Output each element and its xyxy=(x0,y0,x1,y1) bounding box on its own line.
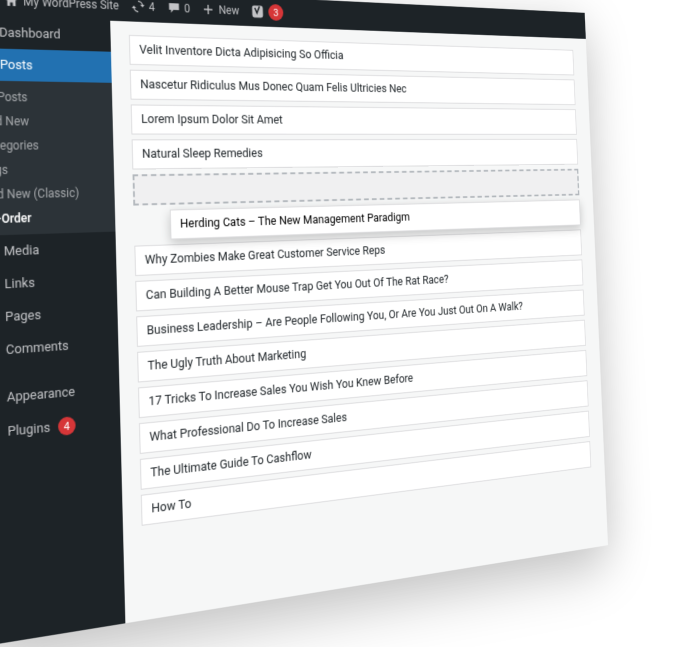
reorder-content: Velit Inventore Dicta Adipisicing So Off… xyxy=(110,21,608,624)
drop-placeholder xyxy=(133,169,580,206)
sidebar-label: Plugins xyxy=(7,420,50,439)
yoast-icon xyxy=(251,4,265,19)
post-row[interactable]: Natural Sleep Remedies xyxy=(132,139,578,170)
new-label: New xyxy=(219,3,240,17)
sidebar-label: Links xyxy=(4,275,35,292)
posts-submenu: All Posts Add New Categories Tags Add Ne… xyxy=(0,80,115,236)
refresh-icon xyxy=(131,0,144,13)
submenu-add-new[interactable]: Add New xyxy=(0,109,113,134)
comment-icon xyxy=(167,1,180,15)
post-row[interactable]: Velit Inventore Dicta Adipisicing So Off… xyxy=(129,35,574,76)
home-icon xyxy=(4,0,18,8)
post-row[interactable]: Lorem Ipsum Dolor Sit Amet xyxy=(131,104,577,134)
plugins-badge: 4 xyxy=(58,416,76,436)
updates-link[interactable]: 4 xyxy=(131,0,155,14)
updates-count: 4 xyxy=(149,0,155,14)
admin-sidebar: Dashboard Posts All Posts Add New Catego… xyxy=(0,15,125,647)
site-link[interactable]: My WordPress Site xyxy=(4,0,119,12)
submenu-reorder[interactable]: Re-Order xyxy=(0,204,115,232)
sidebar-label: Appearance xyxy=(7,384,75,405)
comments-count: 0 xyxy=(184,2,190,15)
post-row[interactable]: Nascetur Ridiculus Mus Donec Quam Felis … xyxy=(130,70,576,105)
sidebar-label: Posts xyxy=(0,57,33,73)
sidebar-label: Pages xyxy=(5,307,41,324)
submenu-tags[interactable]: Tags xyxy=(0,157,114,183)
new-content-link[interactable]: New xyxy=(202,3,239,18)
comments-link[interactable]: 0 xyxy=(167,1,190,15)
submenu-add-classic[interactable]: Add New (Classic) xyxy=(0,181,115,208)
sidebar-label: Media xyxy=(4,243,40,260)
sidebar-label: Dashboard xyxy=(0,25,61,42)
sidebar-label: Comments xyxy=(6,338,69,358)
yoast-link[interactable]: 3 xyxy=(251,3,284,21)
submenu-all-posts[interactable]: All Posts xyxy=(0,84,112,110)
sidebar-item-posts[interactable]: Posts xyxy=(0,48,112,83)
yoast-badge: 3 xyxy=(268,4,283,21)
submenu-categories[interactable]: Categories xyxy=(0,133,114,158)
site-name: My WordPress Site xyxy=(23,0,119,12)
plus-icon xyxy=(202,3,214,17)
sidebar-item-dashboard[interactable]: Dashboard xyxy=(0,15,111,52)
